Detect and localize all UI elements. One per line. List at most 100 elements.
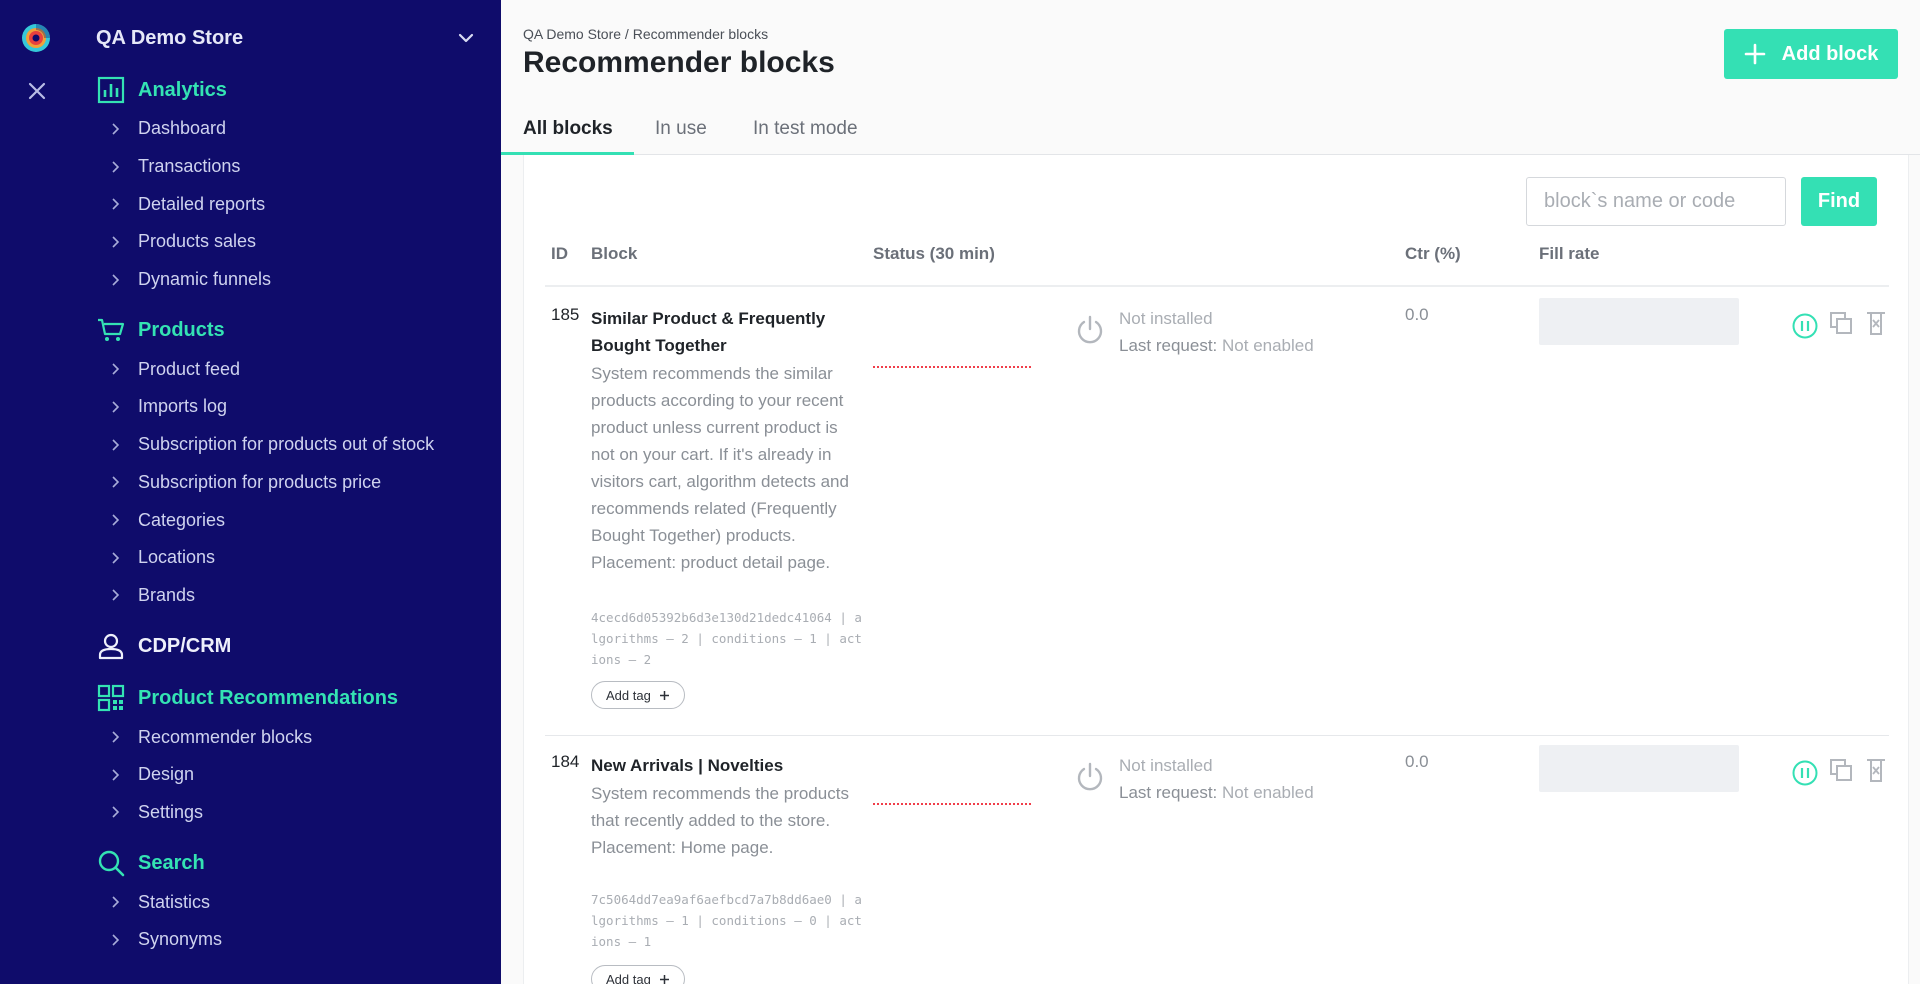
header-divider (545, 285, 1889, 287)
sidebar-item-label: Detailed reports (138, 193, 266, 214)
chevron-right-icon (112, 274, 120, 286)
chevron-right-icon (112, 934, 120, 946)
sidebar-section-product-recommendations[interactable]: Product Recommendations (96, 680, 496, 716)
sidebar-item-brands[interactable]: Brands (96, 577, 496, 615)
column-header-id: ID (551, 244, 568, 263)
delete-icon[interactable] (1863, 757, 1889, 783)
block-name[interactable]: Similar Product & Frequently Bought Toge… (591, 305, 861, 359)
add-block-button[interactable]: Add block (1724, 29, 1898, 79)
sidebar-item-label: Statistics (138, 891, 211, 912)
sidebar-rail (0, 0, 75, 984)
block-name[interactable]: New Arrivals | Novelties (591, 752, 861, 779)
column-header-block: Block (591, 244, 638, 263)
sidebar-item-dashboard[interactable]: Dashboard (96, 110, 496, 148)
sidebar-item-label: Locations (138, 547, 216, 568)
sidebar-item-locations[interactable]: Locations (96, 539, 496, 577)
sidebar-section-analytics[interactable]: Analytics (96, 72, 496, 108)
add-tag-label: Add tag (606, 687, 651, 703)
sidebar: QA Demo Store Analytics Dashboard Transa… (0, 0, 501, 984)
user-icon (98, 634, 124, 660)
sidebar-section-search[interactable]: Search (96, 845, 496, 881)
chevron-down-icon (458, 33, 474, 43)
shopping-cart-icon (98, 319, 125, 342)
sidebar-item-label: Brands (138, 584, 196, 605)
search-input[interactable] (1526, 177, 1786, 226)
main-content: QA Demo Store / Recommender blocks Recom… (501, 0, 1920, 984)
sidebar-section-products[interactable]: Products (96, 312, 496, 348)
add-tag-button[interactable]: Add tag (591, 965, 685, 984)
block-code: 7c5064dd7ea9af6aefbcd7a7b8dd6ae0 | algor… (591, 892, 862, 949)
sidebar-item-imports-log[interactable]: Imports log (96, 388, 496, 426)
status-sparkline (873, 366, 1031, 368)
last-request-value: Not enabled (1222, 783, 1314, 802)
sidebar-item-subscription-price[interactable]: Subscription for products price (96, 464, 496, 502)
block-id: 184 (551, 752, 580, 771)
chevron-right-icon (112, 514, 120, 526)
sidebar-item-label: Synonyms (138, 929, 223, 950)
install-status: Not installed (1119, 756, 1213, 775)
block-code: 4cecd6d05392b6d3e130d21dedc41064 | algor… (591, 610, 862, 667)
chevron-right-icon (112, 401, 120, 413)
install-status: Not installed (1119, 309, 1213, 328)
sidebar-section-label: Analytics (138, 78, 227, 101)
chevron-right-icon (112, 896, 120, 908)
sidebar-item-label: Products sales (138, 231, 257, 252)
status-sparkline (873, 803, 1031, 805)
sidebar-item-synonyms[interactable]: Synonyms (96, 921, 496, 959)
last-request-value: Not enabled (1222, 336, 1314, 355)
last-request-label: Last request: (1119, 336, 1218, 355)
tab-all-blocks[interactable]: All blocks (523, 118, 613, 140)
sidebar-item-label: Subscription for products out of stock (138, 434, 435, 455)
sidebar-section-label: Product Recommendations (138, 686, 399, 709)
column-header-status: Status (30 min) (873, 244, 995, 263)
last-request-label: Last request: (1119, 783, 1218, 802)
delete-icon[interactable] (1863, 310, 1889, 336)
pause-icon[interactable] (1792, 760, 1818, 786)
sidebar-item-transactions[interactable]: Transactions (96, 148, 496, 186)
sidebar-section-cdp-crm[interactable]: CDP/CRM (96, 628, 496, 664)
plus-icon (659, 690, 669, 700)
sidebar-item-detailed-reports[interactable]: Detailed reports (96, 185, 496, 223)
sidebar-item-product-feed[interactable]: Product feed (96, 350, 496, 388)
store-selector[interactable]: QA Demo Store (96, 22, 476, 54)
block-description: System recommends the products that rece… (591, 784, 849, 857)
breadcrumb[interactable]: QA Demo Store / Recommender blocks (523, 26, 768, 42)
ctr-value: 0.0 (1405, 305, 1429, 324)
chevron-right-icon (112, 160, 120, 173)
add-tag-button[interactable]: Add tag (591, 681, 685, 709)
chevron-right-icon (112, 198, 120, 210)
plus-icon (1744, 43, 1765, 65)
chevron-right-icon (112, 476, 120, 488)
sidebar-item-label: Design (138, 764, 195, 785)
sidebar-item-subscription-out-of-stock[interactable]: Subscription for products out of stock (96, 426, 496, 464)
pause-icon[interactable] (1792, 313, 1818, 339)
sidebar-item-label: Subscription for products price (138, 471, 382, 492)
sidebar-item-label: Product feed (138, 358, 241, 379)
chevron-right-icon (112, 806, 120, 819)
grid-icon (97, 685, 125, 712)
store-name: QA Demo Store (96, 26, 244, 49)
tab-in-test-mode[interactable]: In test mode (753, 118, 858, 140)
sidebar-item-design[interactable]: Design (96, 756, 496, 794)
status-info: Not installed Last request: Not enabled (1119, 305, 1314, 359)
sidebar-item-label: Dashboard (138, 118, 227, 139)
sidebar-item-label: Imports log (138, 396, 228, 417)
find-button[interactable]: Find (1801, 177, 1877, 226)
tab-in-use[interactable]: In use (655, 118, 707, 140)
sidebar-item-products-sales[interactable]: Products sales (96, 223, 496, 261)
close-icon[interactable] (26, 80, 48, 102)
page-title: Recommender blocks (523, 46, 835, 79)
sidebar-item-recommender-blocks[interactable]: Recommender blocks (96, 718, 496, 756)
sidebar-item-categories[interactable]: Categories (96, 501, 496, 539)
row-divider (545, 735, 1889, 736)
sidebar-item-dynamic-funnels[interactable]: Dynamic funnels (96, 261, 496, 299)
logo-icon[interactable] (20, 22, 52, 54)
copy-icon[interactable] (1828, 310, 1854, 336)
power-icon (1077, 315, 1103, 344)
sidebar-item-statistics[interactable]: Statistics (96, 883, 496, 921)
sidebar-item-settings[interactable]: Settings (96, 794, 496, 832)
sidebar-item-label: Transactions (138, 156, 241, 177)
copy-icon[interactable] (1828, 757, 1854, 783)
